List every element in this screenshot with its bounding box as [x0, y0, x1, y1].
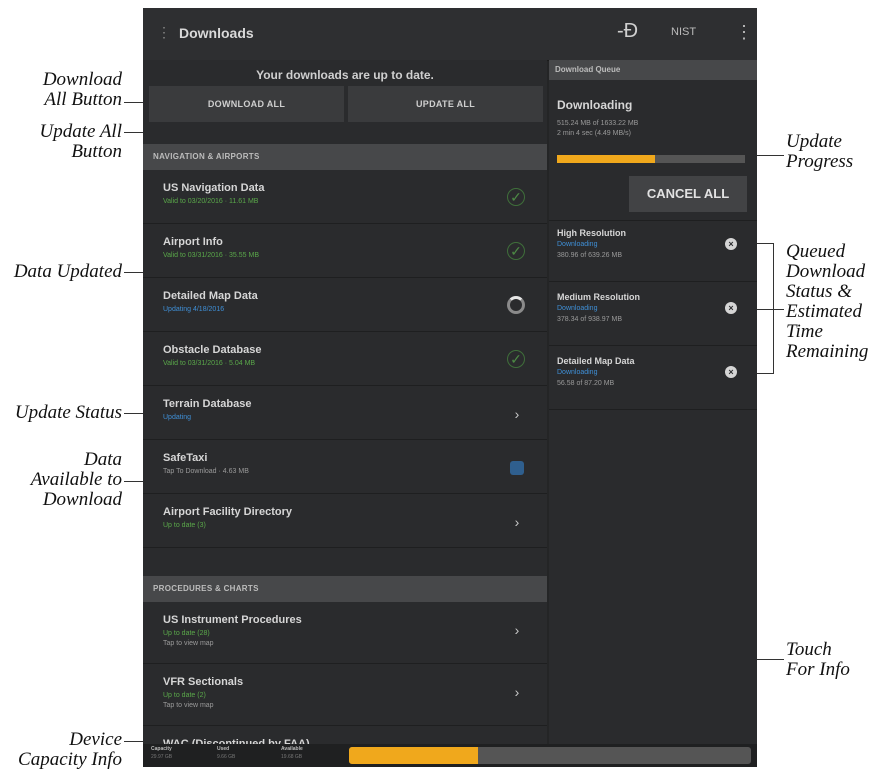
list-item[interactable]: Terrain Database Updating ›: [143, 386, 547, 440]
cancel-item-icon[interactable]: ×: [725, 302, 737, 314]
queue-item: Detailed Map Data Downloading 56.58 of 87.…: [549, 350, 757, 410]
capacity-label: Capacity: [151, 746, 172, 752]
item-status: Valid to 03/20/2016 · 11.61 MB: [163, 198, 259, 205]
update-progress-bar: [557, 155, 745, 163]
list-item[interactable]: VFR Sectionals Up to date (2) Tap to view …: [143, 664, 547, 726]
section-header-navigation: NAVIGATION & AIRPORTS: [143, 144, 547, 170]
cancel-all-button[interactable]: CANCEL ALL: [629, 176, 747, 212]
region-label[interactable]: NIST: [671, 26, 696, 38]
item-title: Detailed Map Data: [163, 290, 258, 302]
list-item[interactable]: Detailed Map Data Updating 4/18/2016: [143, 278, 547, 332]
item-status: Up to date (3): [163, 522, 206, 529]
downloading-time: 2 min 4 sec (4.49 MB/s): [557, 130, 631, 137]
callout-queued-download: Queued Download Status & Estimated Time Rema…: [786, 241, 869, 362]
item-status: Valid to 03/31/2016 · 5.04 MB: [163, 360, 256, 367]
item-status: Updating 4/18/2016: [163, 306, 225, 313]
item-title: Airport Facility Directory: [163, 506, 292, 518]
item-status: Up to date (28): [163, 630, 210, 637]
queue-item: Medium Resolution Downloading 378.34 of 93…: [549, 286, 757, 346]
item-title: Obstacle Database: [163, 344, 262, 356]
downloads-list: Your downloads are up to date. DOWNLOAD …: [143, 60, 547, 762]
available-value: 19.68 GB: [281, 754, 303, 760]
callout-device-capacity: Device Capacity Info: [18, 729, 122, 770]
spinner-icon: [507, 296, 527, 316]
available-label: Available: [281, 746, 303, 752]
item-title: VFR Sectionals: [163, 676, 244, 688]
chevron-icon[interactable]: ›: [507, 512, 527, 532]
queue-item-status: Downloading: [557, 305, 598, 312]
item-title: Airport Info: [163, 236, 223, 248]
check-icon: ✓: [507, 188, 527, 208]
section-header-procedures: PROCEDURES & CHARTS: [143, 576, 547, 602]
capacity-used-fill: [349, 747, 478, 764]
callout-data-updated: Data Updated: [13, 261, 122, 282]
item-status: Up to date (2): [163, 692, 206, 699]
capacity-track: [349, 747, 751, 764]
item-title: Terrain Database: [163, 398, 252, 410]
queue-item-status: Downloading: [557, 369, 598, 376]
item-status: Updating: [163, 414, 192, 421]
downloading-size: 515.24 MB of 1633.22 MB: [557, 120, 639, 127]
queue-item-status: Downloading: [557, 241, 598, 248]
callout-update-status: Update Status: [14, 402, 122, 423]
item-hint: Tap to view map: [163, 702, 214, 709]
callout-update-all: Update All Button: [39, 121, 122, 162]
list-item[interactable]: US Instrument Procedures Up to date (28) T…: [143, 602, 547, 664]
check-icon: ✓: [507, 242, 527, 262]
downloading-title: Downloading: [557, 98, 633, 112]
queue-item-size: 380.96 of 639.26 MB: [557, 252, 622, 259]
chevron-icon[interactable]: ›: [507, 682, 527, 702]
list-item[interactable]: Obstacle Database Valid to 03/31/2016 · 5…: [143, 332, 547, 386]
callout-update-progress: Update Progress: [786, 131, 854, 172]
list-item[interactable]: SafeTaxi Tap To Download · 4.63 MB: [143, 440, 547, 494]
used-label: Used: [217, 746, 230, 752]
callout-data-available: Data Available to Download: [30, 449, 122, 510]
update-progress-fill: [557, 155, 655, 163]
item-title: US Navigation Data: [163, 182, 265, 194]
list-item[interactable]: Airport Facility Directory Up to date (3)…: [143, 494, 547, 548]
list-item[interactable]: US Navigation Data Valid to 03/20/2016 · …: [143, 170, 547, 224]
item-title: US Instrument Procedures: [163, 614, 302, 626]
queue-item: High Resolution Downloading 380.96 of 639.…: [549, 222, 757, 282]
download-all-button[interactable]: DOWNLOAD ALL: [149, 86, 344, 122]
queue-header: Download Queue: [549, 60, 757, 80]
queue-item-title: Medium Resolution: [557, 292, 640, 302]
queue-item-title: Detailed Map Data: [557, 356, 635, 366]
status-message: Your downloads are up to date.: [256, 68, 434, 82]
cancel-item-icon[interactable]: ×: [725, 238, 737, 250]
item-status: Tap To Download · 4.63 MB: [163, 468, 249, 475]
queue-item-size: 378.34 of 938.97 MB: [557, 316, 622, 323]
download-icon[interactable]: [507, 458, 527, 478]
queue-item-size: 56.58 of 87.20 MB: [557, 380, 615, 387]
chevron-icon[interactable]: ›: [507, 404, 527, 424]
list-item[interactable]: Airport Info Valid to 03/31/2016 · 35.55 …: [143, 224, 547, 278]
item-status: Valid to 03/31/2016 · 35.55 MB: [163, 252, 259, 259]
menu-icon[interactable]: ⋮: [157, 25, 171, 39]
callout-download-all: Download All Button: [42, 69, 122, 110]
capacity-value: 29.97 GB: [151, 754, 173, 760]
item-title: SafeTaxi: [163, 452, 208, 464]
download-queue-panel: Download Queue Downloading 515.24 MB of …: [549, 60, 757, 744]
cancel-item-icon[interactable]: ×: [725, 366, 737, 378]
app-window: ⋮ Downloads -Ð NIST ⋮ Your downloads are…: [143, 8, 757, 767]
check-icon: ✓: [507, 350, 527, 370]
device-capacity-bar: Capacity 29.97 GB Used 9.66 GB Available…: [143, 744, 757, 767]
connext-icon[interactable]: -Ð: [617, 20, 638, 43]
queue-item-title: High Resolution: [557, 228, 626, 238]
chevron-icon[interactable]: ›: [507, 620, 527, 640]
overflow-menu-icon[interactable]: ⋮: [735, 22, 753, 43]
update-all-button[interactable]: UPDATE ALL: [348, 86, 543, 122]
page-title: Downloads: [179, 25, 254, 41]
used-value: 9.66 GB: [217, 754, 236, 760]
callout-touch-info: Touch For Info: [786, 639, 850, 680]
item-hint: Tap to view map: [163, 640, 214, 647]
top-bar: ⋮ Downloads -Ð NIST ⋮: [143, 8, 757, 61]
